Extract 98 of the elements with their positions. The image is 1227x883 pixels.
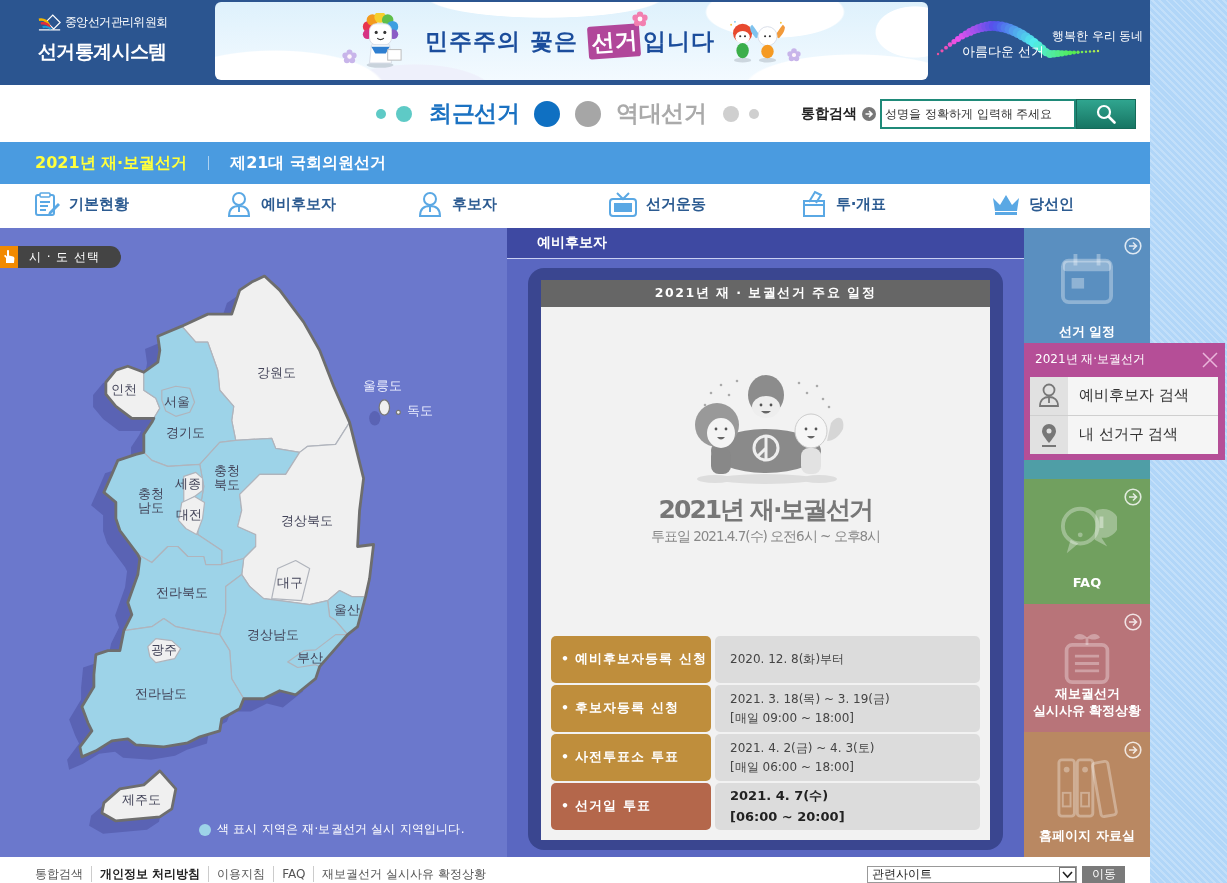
document-pen-icon	[34, 191, 60, 217]
region-label: 대전	[175, 508, 202, 523]
search-button[interactable]	[1076, 98, 1136, 129]
arrow-circle-icon	[1124, 740, 1142, 759]
map-region[interactable]	[147, 638, 182, 664]
schedule-label: • 예비후보자등록 신청	[551, 636, 711, 683]
island-shape[interactable]	[378, 399, 391, 416]
region-label: 제주도	[122, 793, 162, 807]
person-icon	[1030, 376, 1068, 415]
go-button[interactable]: 이동	[1082, 866, 1125, 883]
region-label: 전라북도	[155, 586, 208, 601]
close-icon	[1202, 351, 1218, 368]
map-region[interactable]	[123, 545, 245, 636]
tv-icon	[609, 191, 637, 217]
schedule-label: • 사전투표소 투표	[551, 734, 711, 781]
nav-link[interactable]: 예비후보자	[225, 191, 336, 217]
slogan-text: 행복한 우리 동네	[1052, 29, 1144, 44]
calendar-icon	[1060, 252, 1114, 304]
nav-link[interactable]: 기본현황	[34, 191, 129, 217]
location-pin-icon	[1030, 415, 1068, 454]
system-title[interactable]: 선거통계시스템	[38, 39, 215, 65]
region-label: 인천	[110, 383, 137, 398]
logo-icon	[38, 13, 62, 32]
island-label: 독도	[406, 402, 433, 420]
region-label: 전라남도	[134, 686, 187, 701]
schedule-value: 2021. 4. 2(금) ~ 4. 3(토) [매일 06:00 ~ 18:00]	[715, 734, 980, 781]
schedule-value: 2020. 12. 8(화)부터	[715, 636, 980, 683]
schedule-value: 2021. 4. 7(수) [06:00 ~ 20:00]	[715, 783, 980, 830]
footer-link[interactable]: FAQ	[273, 866, 314, 882]
hand-pointer-icon	[0, 246, 18, 268]
ballot-box-icon	[800, 190, 827, 218]
dots-icon	[721, 104, 761, 123]
quick-menu-tile[interactable]: 재보궐선거 실시사유 확정상황	[1024, 603, 1150, 732]
island-shape[interactable]	[395, 409, 401, 415]
search-icon	[1096, 103, 1116, 124]
footer-link[interactable]: 재보궐선거 실시사유 확정상황	[313, 866, 495, 882]
arrow-right-icon	[862, 106, 876, 121]
poster-subtitle: 투표일 2021.4.7(수) 오전6시 ~ 오후8시	[650, 528, 881, 546]
region-label: 경상북도	[280, 514, 333, 529]
footer-link[interactable]: 개인정보 처리방침	[91, 866, 209, 882]
region-label: 서울	[164, 395, 190, 410]
region-label: 광주	[150, 643, 177, 657]
card-title: 2021년 재 · 보궐선거 주요 일정	[541, 280, 990, 307]
legend-dot-icon	[199, 823, 211, 836]
menu-item[interactable]: 예비후보자 검색	[1030, 376, 1218, 416]
related-sites-select[interactable]: 관련사이트	[867, 866, 1077, 883]
region-label: 충청남도	[137, 487, 165, 515]
organization-name: 중앙선거관리위원회	[65, 14, 168, 31]
section-title: 예비후보자	[537, 234, 607, 252]
map-region[interactable]	[100, 769, 178, 823]
region-label: 대구	[276, 575, 303, 590]
banner-highlight: 선거	[586, 22, 641, 60]
map-region[interactable]	[178, 495, 206, 536]
dots-icon	[374, 104, 414, 123]
footer-link[interactable]: 통합검색	[35, 866, 91, 882]
nav-link[interactable]: 선거운동	[609, 191, 706, 217]
nav-link[interactable]: 투·개표	[800, 190, 887, 218]
region-label: 충청북도	[212, 464, 241, 493]
slogan-text: 아름다운 선거	[962, 44, 1044, 61]
map-region[interactable]	[79, 618, 245, 758]
schedule-label: • 선거일 투표	[551, 783, 711, 830]
island-shadow	[369, 411, 381, 426]
arrow-circle-icon	[1124, 487, 1142, 506]
banner-text: 민주주의 꽃은	[425, 26, 579, 56]
region-label: 경상남도	[246, 628, 299, 643]
flower-icon	[631, 10, 648, 27]
circle-icon	[534, 100, 560, 127]
map-region[interactable]	[161, 385, 196, 417]
person-icon	[417, 191, 444, 217]
nav-link[interactable]: 당선인	[992, 192, 1075, 216]
map-region[interactable]	[271, 559, 311, 602]
region-select-button[interactable]: 시 · 도 선택	[0, 246, 121, 268]
flower-icon	[786, 48, 801, 62]
region-label: 강원도	[257, 366, 296, 380]
region-label: 울산	[333, 602, 360, 617]
island-label: 울릉도	[362, 377, 402, 395]
footer-link[interactable]: 이용지침	[208, 866, 274, 882]
region-label: 부산	[296, 651, 323, 665]
legend-text: 색 표시 지역은 재·보궐선거 실시 지역입니다.	[217, 821, 465, 838]
banner-text: 입니다	[642, 26, 715, 56]
region-label: 세종	[174, 477, 201, 492]
search-label: 통합검색	[801, 104, 857, 123]
popup-title: 2021년 재·보궐선거	[1035, 351, 1146, 369]
close-button[interactable]	[1202, 351, 1218, 368]
nav-link[interactable]: 후보자	[417, 191, 498, 217]
flower-icon	[342, 48, 358, 64]
search-field[interactable]: 성명을 정확하게 입력해 주세요	[880, 98, 1076, 129]
menu-item[interactable]: 내 선거구 검색	[1030, 415, 1218, 454]
arrow-circle-icon	[1124, 237, 1142, 255]
arrow-circle-icon	[1124, 612, 1142, 631]
schedule-label: • 후보자등록 신청	[551, 685, 711, 732]
person-icon	[225, 191, 252, 217]
poster-title: 2021년 재·보궐선거	[658, 494, 873, 526]
schedule-value: 2021. 3. 18(목) ~ 3. 19(금) [매일 09:00 ~ 18:00]	[715, 685, 980, 732]
region-label: 경기도	[166, 426, 206, 440]
circle-icon	[575, 100, 601, 127]
election-type-tab[interactable]: 최근선거	[429, 98, 519, 129]
binders-icon	[1056, 755, 1118, 820]
